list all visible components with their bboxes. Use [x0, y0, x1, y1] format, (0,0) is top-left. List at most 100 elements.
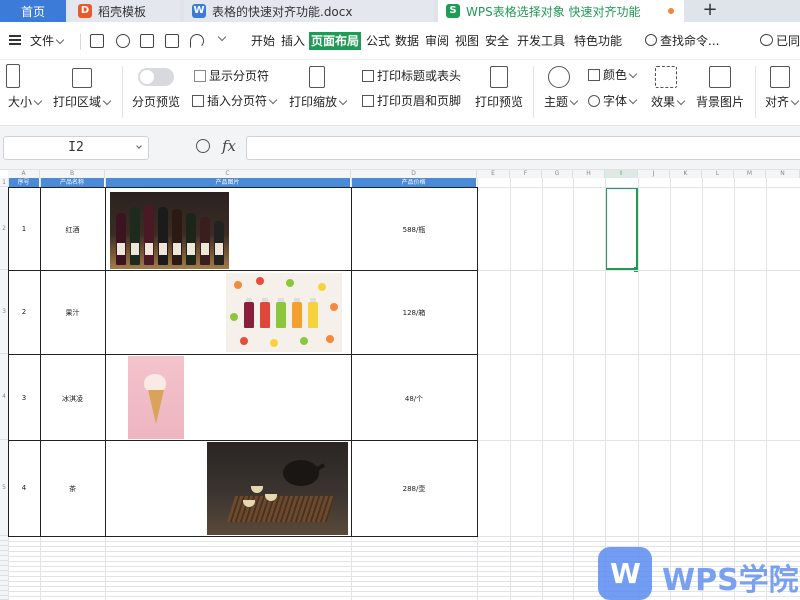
column-header-n[interactable]: N — [766, 170, 800, 178]
header-product-name[interactable]: 产品名称 — [40, 178, 105, 187]
column-header-d[interactable]: D — [351, 170, 477, 178]
row-header-4[interactable]: 4 — [0, 354, 8, 440]
effect-button[interactable]: 效果 — [651, 94, 686, 110]
quick-access-more[interactable] — [216, 30, 227, 46]
page-break-preview-button[interactable]: 分页预览 — [132, 94, 180, 110]
page-break-preview-toggle[interactable] — [138, 68, 174, 86]
column-header-g[interactable]: G — [542, 170, 573, 178]
row-header-2[interactable]: 2 — [0, 187, 8, 270]
menu-review[interactable]: 审阅 — [425, 33, 449, 49]
tea-cup — [251, 486, 263, 493]
menu-view[interactable]: 视图 — [455, 33, 479, 49]
align-button[interactable]: 对齐 — [765, 94, 800, 110]
print-area-icon — [72, 68, 92, 88]
header-product-image[interactable]: 产品图片 — [105, 178, 351, 187]
cell-no[interactable]: 2 — [8, 308, 40, 316]
print-title-button[interactable]: 打印标题或表头 — [362, 68, 461, 84]
cell-price[interactable]: 588/瓶 — [351, 225, 477, 235]
name-box[interactable]: I2 — [3, 136, 149, 160]
ice-cream-product-image[interactable] — [128, 356, 184, 439]
column-header-k[interactable]: K — [670, 170, 702, 178]
cell-price[interactable]: 128/箱 — [351, 308, 477, 318]
format-painter-icon[interactable] — [116, 34, 130, 48]
chevron-down-icon — [217, 32, 227, 42]
print-header-footer-button[interactable]: 打印页眉和页脚 — [362, 93, 461, 109]
save-icon[interactable] — [90, 34, 104, 48]
insert-page-break-button[interactable]: 插入分页符 — [192, 93, 278, 109]
row-header-3[interactable]: 3 — [0, 270, 8, 354]
cell-product-name[interactable]: 冰淇凌 — [40, 394, 105, 404]
page-size-button[interactable]: 大小 — [8, 94, 43, 110]
cell-price[interactable]: 48/个 — [351, 394, 477, 404]
cell-product-name[interactable]: 茶 — [40, 484, 105, 494]
tab-document[interactable]: W 表格的快速对齐功能.docx — [184, 0, 434, 22]
tab-home[interactable]: 首页 — [0, 0, 66, 22]
teapot — [283, 460, 319, 486]
divider — [80, 34, 81, 50]
menu-developer[interactable]: 开发工具 — [517, 33, 565, 49]
table-border — [8, 354, 478, 355]
tab-active-spreadsheet[interactable]: S WPS表格选择对象 快速对齐功能 — [438, 0, 684, 22]
juice-product-image[interactable] — [226, 273, 342, 352]
theme-palette-icon — [548, 66, 570, 88]
cell-no[interactable]: 1 — [8, 225, 40, 233]
column-header-a[interactable]: A — [8, 170, 40, 178]
print-preview-button[interactable]: 打印预览 — [475, 94, 523, 110]
show-page-break-checkbox[interactable]: 显示分页符 — [194, 68, 269, 84]
insert-function-icon[interactable]: fx — [222, 137, 236, 155]
hamburger-menu-icon[interactable] — [9, 39, 21, 41]
theme-button[interactable]: 主题 — [544, 94, 579, 110]
cell-product-name[interactable]: 果汁 — [40, 308, 105, 318]
column-header-l[interactable]: L — [702, 170, 734, 178]
print-icon[interactable] — [140, 34, 154, 48]
chevron-down-icon — [790, 96, 800, 106]
column-header-e[interactable]: E — [477, 170, 510, 178]
menu-start[interactable]: 开始 — [251, 33, 275, 49]
new-tab-button[interactable]: + — [700, 0, 720, 22]
font-button[interactable]: 字体 — [588, 93, 638, 109]
chevron-down-icon — [55, 35, 65, 45]
tea-product-image[interactable] — [207, 442, 348, 535]
formula-input[interactable] — [246, 136, 800, 160]
row-header-5[interactable]: 5 — [0, 440, 8, 536]
row-header-1[interactable]: 1 — [0, 178, 8, 187]
print-area-button[interactable]: 打印区域 — [53, 94, 112, 110]
page-size-icon — [6, 64, 20, 88]
print-preview-icon[interactable] — [165, 34, 179, 48]
column-header-c[interactable]: C — [105, 170, 351, 178]
print-scale-button[interactable]: 打印缩放 — [289, 94, 348, 110]
table-border — [8, 536, 478, 537]
zoom-search-icon[interactable] — [196, 139, 210, 153]
header-no[interactable]: 序号 — [8, 178, 40, 187]
column-header-i[interactable]: I — [605, 170, 638, 178]
cell-no[interactable]: 3 — [8, 394, 40, 402]
row-header-18[interactable] — [0, 596, 8, 600]
search-command[interactable]: 查找命令... — [660, 33, 719, 49]
menu-formula[interactable]: 公式 — [366, 33, 390, 49]
color-button[interactable]: 颜色 — [588, 67, 638, 83]
tab-template[interactable]: D 稻壳模板 — [70, 0, 180, 22]
menu-security[interactable]: 安全 — [485, 33, 509, 49]
menu-special[interactable]: 特色功能 — [574, 33, 622, 49]
undo-icon[interactable] — [190, 34, 204, 48]
insert-page-break-label: 插入分页符 — [207, 94, 268, 108]
header-product-price[interactable]: 产品价格 — [351, 178, 477, 187]
column-header-m[interactable]: M — [734, 170, 766, 178]
column-header-f[interactable]: F — [510, 170, 542, 178]
file-menu[interactable]: 文件 — [30, 33, 65, 49]
cell-price[interactable]: 288/壶 — [351, 484, 477, 494]
bottle — [116, 213, 126, 265]
column-header-h[interactable]: H — [573, 170, 605, 178]
column-header-j[interactable]: J — [638, 170, 670, 178]
background-image-icon — [709, 66, 731, 88]
cell-no[interactable]: 4 — [8, 484, 40, 492]
background-image-button[interactable]: 背景图片 — [696, 94, 744, 110]
column-header-b[interactable]: B — [40, 170, 105, 178]
menu-page-layout[interactable]: 页面布局 — [309, 32, 362, 50]
cell-product-name[interactable]: 红酒 — [40, 225, 105, 235]
selected-cell[interactable] — [605, 187, 638, 270]
menu-insert[interactable]: 插入 — [281, 33, 305, 49]
menu-data[interactable]: 数据 — [395, 33, 419, 49]
wine-product-image[interactable] — [110, 192, 229, 269]
cloud-sync-status[interactable]: 已同 — [776, 33, 800, 49]
